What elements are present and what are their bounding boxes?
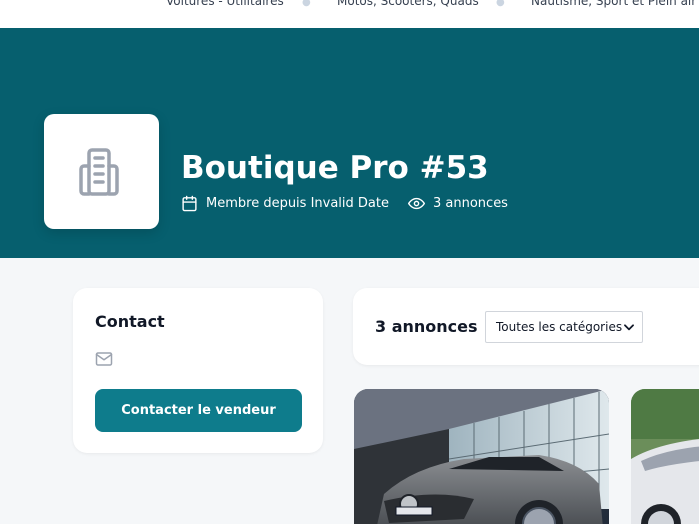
contact-card: Contact Contacter le vendeur [73,288,323,453]
nav-link-voitures[interactable]: Voitures - Utilitaires [166,0,284,8]
listing-image [631,389,699,524]
eye-icon [408,197,425,210]
building-icon [78,147,119,196]
listings-header: 3 annonces Toutes les catégories [353,288,699,365]
mail-icon [95,352,113,366]
shop-title: Boutique Pro #53 [181,150,489,186]
listings-count-text: 3 annonces [433,196,508,211]
listing-image [354,389,609,524]
listing-card[interactable] [631,389,699,524]
nav-separator: ● [496,0,505,8]
contact-title: Contact [95,312,165,331]
shop-logo [44,114,159,229]
calendar-icon [182,195,197,212]
listing-card[interactable] [354,389,609,524]
chevron-down-icon [624,324,634,331]
category-nav: Voitures - Utilitaires ● Motos, Scooters… [0,0,699,28]
nav-separator: ● [302,0,311,8]
nav-link-motos[interactable]: Motos, Scooters, Quads [337,0,479,8]
category-filter-value: Toutes les catégories [496,320,623,334]
nav-link-nautisme[interactable]: Nautisme, Sport et Plein air [531,0,696,8]
member-since-text: Membre depuis Invalid Date [206,196,389,211]
listings-count-heading: 3 annonces [375,317,478,336]
listings-count-meta: 3 annonces [408,195,508,212]
category-filter-select[interactable]: Toutes les catégories [485,311,643,343]
contact-seller-button[interactable]: Contacter le vendeur [95,389,302,432]
member-since: Membre depuis Invalid Date [181,195,389,212]
